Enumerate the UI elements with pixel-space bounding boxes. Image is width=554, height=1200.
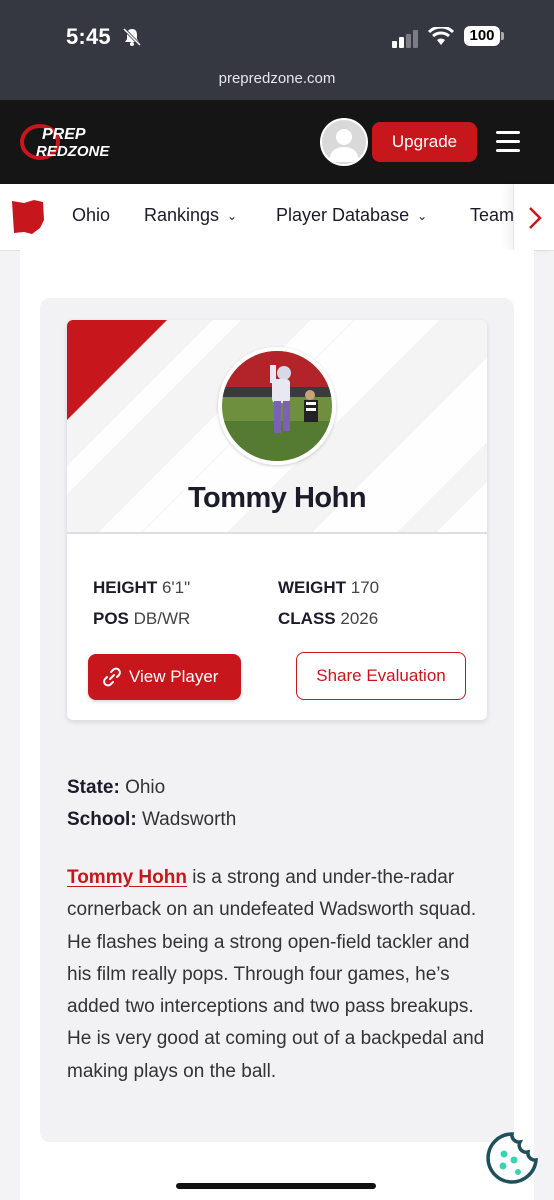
share-evaluation-button[interactable]: Share Evaluation bbox=[296, 652, 466, 700]
stat-label: WEIGHT bbox=[278, 578, 346, 597]
state-value: Ohio bbox=[125, 777, 166, 798]
evaluation-body: is a strong and under-the-radar cornerba… bbox=[67, 867, 485, 1082]
silent-bell-icon bbox=[122, 27, 142, 47]
card-divider bbox=[67, 532, 487, 534]
cellular-signal-icon bbox=[392, 30, 418, 48]
player-name: Tommy Hohn bbox=[187, 482, 367, 514]
stat-value: 6'1" bbox=[161, 578, 191, 597]
logo-text-top: PREP bbox=[42, 126, 86, 143]
player-headshot[interactable] bbox=[218, 347, 336, 465]
view-player-button[interactable]: View Player bbox=[88, 654, 241, 700]
stat-height: HEIGHT 6'1" bbox=[93, 578, 190, 598]
ohio-state-icon[interactable] bbox=[10, 198, 46, 236]
player-photo-illustration bbox=[222, 351, 332, 461]
site-header: PREP REDZONE Upgrade bbox=[0, 100, 554, 184]
chevron-right-icon bbox=[529, 207, 542, 229]
evaluation-text: Tommy Hohn is a strong and under-the-rad… bbox=[67, 862, 497, 1088]
nav-item-ohio[interactable]: Ohio bbox=[72, 205, 110, 226]
chevron-down-icon: ⌄ bbox=[417, 209, 428, 223]
menu-icon[interactable] bbox=[496, 131, 520, 153]
stat-value: DB/WR bbox=[133, 609, 191, 628]
stat-value: 2026 bbox=[340, 609, 379, 628]
stat-label: HEIGHT bbox=[93, 578, 158, 597]
nav-item-player-database[interactable]: Player Database ⌄ bbox=[276, 205, 427, 226]
prep-redzone-logo[interactable]: PREP REDZONE bbox=[20, 122, 136, 162]
user-silhouette-icon bbox=[329, 129, 359, 162]
link-icon bbox=[103, 667, 121, 687]
browser-url[interactable]: prepredzone.com bbox=[0, 70, 554, 87]
logo-text-bottom: REDZONE bbox=[36, 143, 110, 160]
status-time: 5:45 bbox=[66, 24, 111, 49]
nav-item-label: Player Database bbox=[276, 205, 410, 225]
status-bar: 5:45 100 prepredzone.com bbox=[0, 0, 554, 100]
school-info: School: Wadsworth bbox=[67, 809, 236, 831]
chevron-down-icon: ⌄ bbox=[227, 209, 238, 223]
state-info: State: Ohio bbox=[67, 777, 165, 799]
upgrade-button[interactable]: Upgrade bbox=[372, 122, 477, 162]
stat-label: CLASS bbox=[278, 609, 336, 628]
stat-weight: WEIGHT 170 bbox=[278, 578, 379, 598]
stat-class: CLASS 2026 bbox=[278, 609, 378, 629]
nav-item-team[interactable]: Team bbox=[470, 205, 513, 226]
stat-pos: POS DB/WR bbox=[93, 609, 190, 629]
nav-item-rankings[interactable]: Rankings ⌄ bbox=[144, 205, 237, 226]
school-value: Wadsworth bbox=[141, 809, 237, 830]
view-player-label: View Player bbox=[129, 667, 219, 686]
user-avatar[interactable] bbox=[320, 118, 368, 166]
stat-value: 170 bbox=[350, 578, 380, 597]
school-label: School: bbox=[67, 809, 137, 830]
red-corner-accent bbox=[67, 320, 167, 420]
nav-item-label: Rankings bbox=[144, 205, 220, 225]
wifi-icon bbox=[428, 27, 454, 45]
state-label: State: bbox=[67, 777, 120, 798]
home-indicator bbox=[176, 1183, 376, 1189]
cookie-settings-icon[interactable] bbox=[484, 1130, 540, 1186]
player-name-link[interactable]: Tommy Hohn bbox=[67, 867, 187, 888]
battery-indicator: 100 bbox=[464, 26, 500, 46]
nav-scroll-right-button[interactable] bbox=[513, 184, 554, 250]
battery-nub bbox=[501, 32, 504, 40]
stat-label: POS bbox=[93, 609, 129, 628]
